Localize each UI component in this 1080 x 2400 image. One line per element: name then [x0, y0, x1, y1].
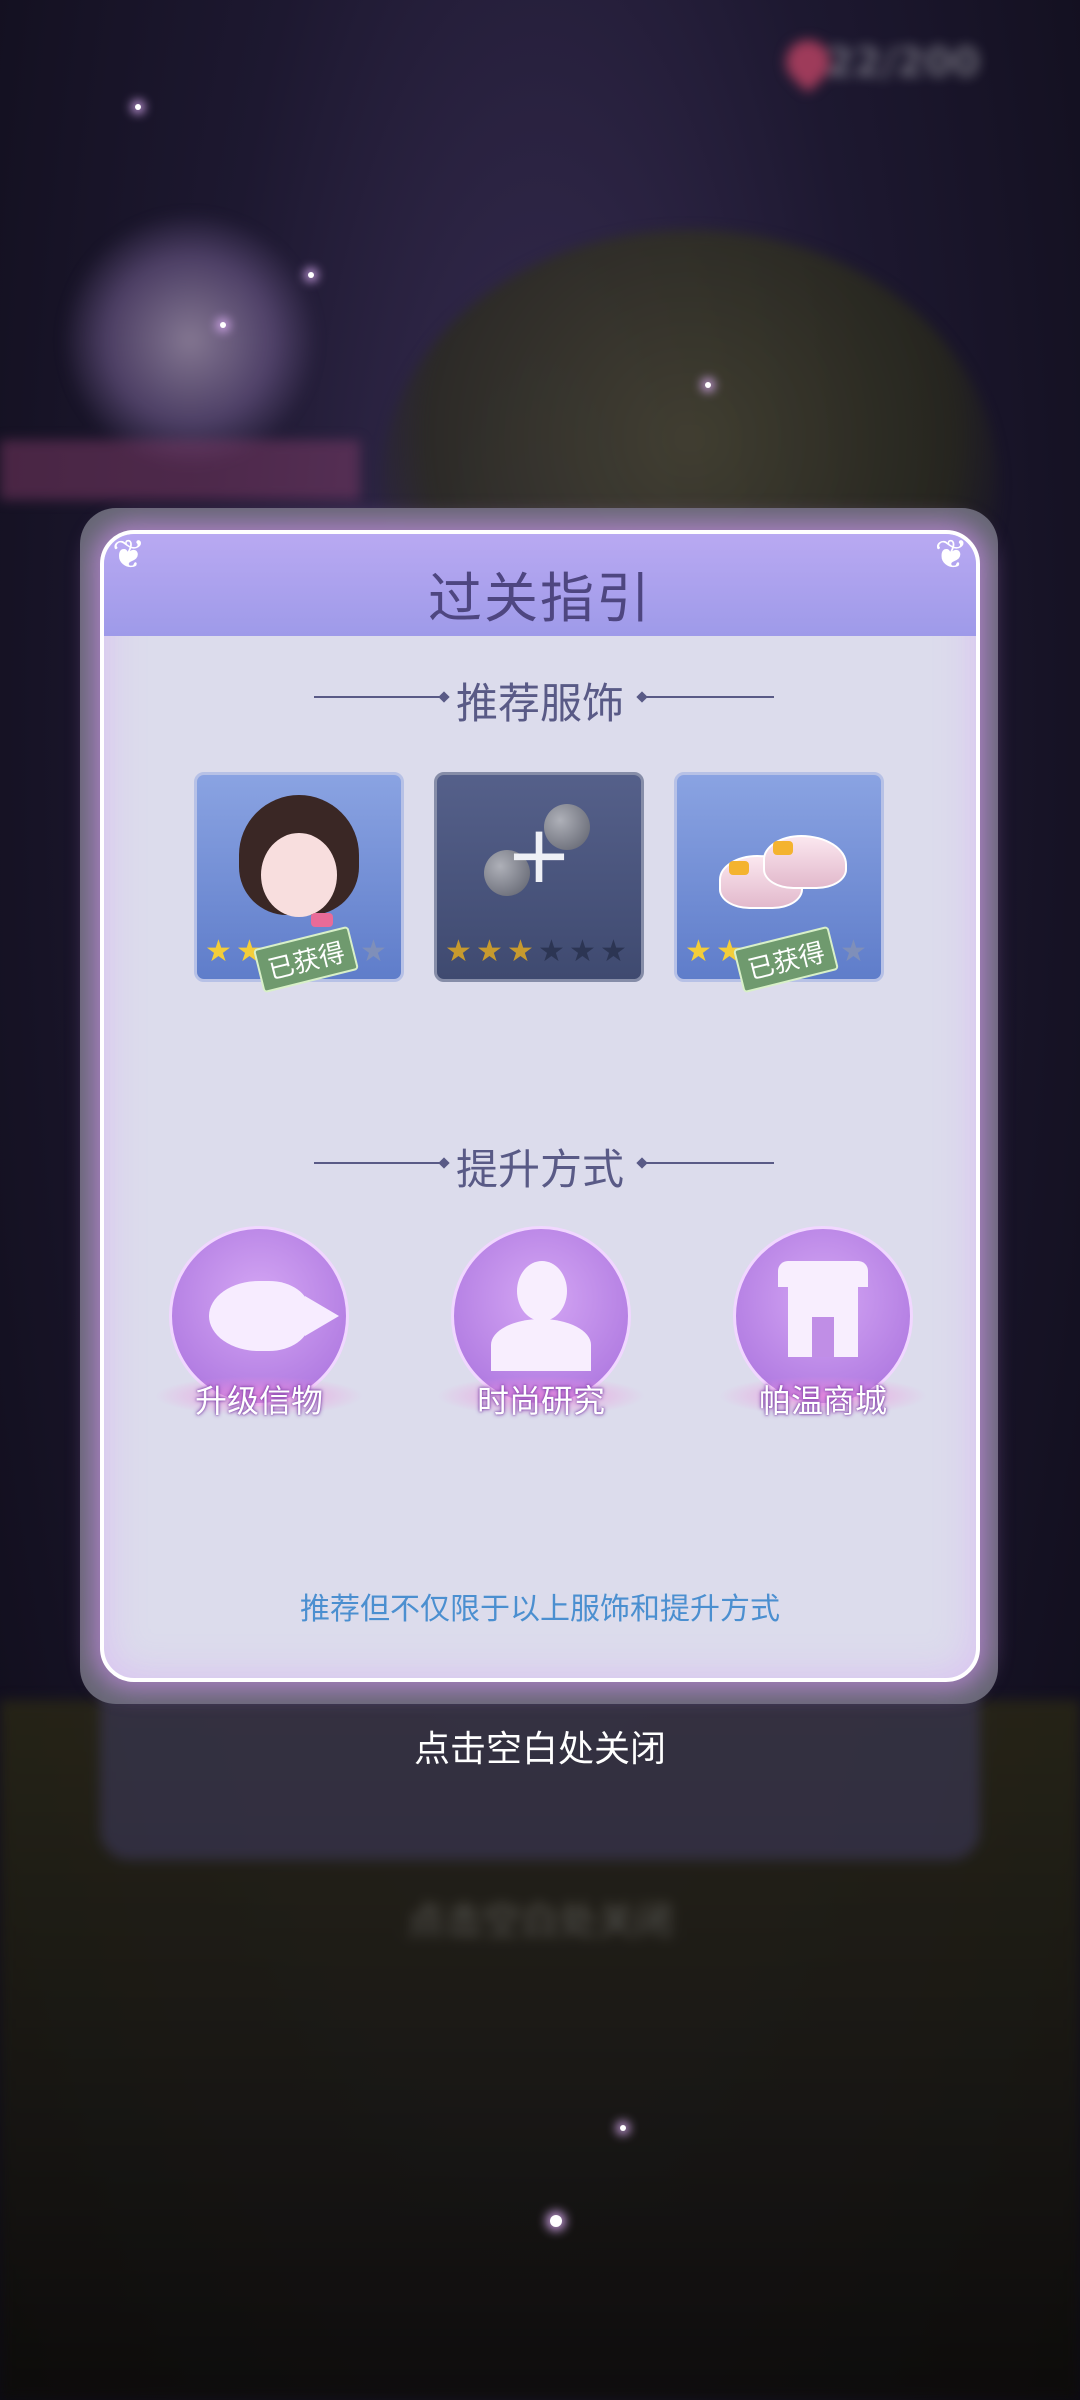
outfit-card-hair[interactable]: ★★★★★★ 已获得 [194, 772, 404, 994]
method-label: 帕温商城 [758, 1382, 887, 1420]
divider-line [644, 1162, 774, 1164]
background-character [60, 210, 320, 470]
dialog-header: 过关指引 [104, 534, 976, 636]
dialog-title: 过关指引 [428, 567, 652, 630]
sparkle-icon [135, 104, 141, 110]
method-label: 升级信物 [194, 1382, 323, 1420]
shoes-icon [677, 775, 881, 935]
add-slot-icon: + [437, 775, 641, 935]
sparkle-icon [620, 2125, 626, 2131]
method-upgrade-token[interactable]: 升级信物 [154, 1226, 364, 1426]
background-close-hint: 点击空白处关闭 [406, 1899, 673, 1943]
section-title-methods: 提升方式 [455, 1145, 624, 1194]
divider-line [644, 696, 774, 698]
sparkle-icon [220, 322, 226, 328]
method-label: 时尚研究 [476, 1382, 605, 1420]
method-fashion-research[interactable]: 时尚研究 [436, 1226, 646, 1426]
corner-ornament-icon: ❦ [112, 532, 146, 578]
footer-note: 推荐但不仅限于以上服饰和提升方式 [300, 1592, 780, 1627]
section-title-outfits: 推荐服饰 [455, 679, 624, 728]
hair-icon [197, 775, 401, 935]
level-guide-dialog: 过关指引 ❦ ❦ 推荐服饰 ★★★★★★ 已获得 + ★★★★★★ [100, 530, 980, 1682]
outfit-card-empty[interactable]: + ★ ★ ★ ★ ★ ★ [434, 772, 644, 982]
sparkle-icon [705, 382, 711, 388]
sparkle-icon [308, 272, 314, 278]
tap-to-close-hint[interactable]: 点击空白处关闭 [0, 1720, 1080, 1772]
outfit-card-shoes[interactable]: ★★★★★★ 已获得 [674, 772, 884, 994]
energy-counter: 22/200 [826, 40, 980, 86]
background-ribbon [0, 440, 360, 500]
method-shop[interactable]: 帕温商城 [718, 1226, 928, 1426]
sparkle-icon [550, 2215, 562, 2227]
star-rating: ★★★★★★ [445, 934, 627, 969]
corner-ornament-icon: ❦ [934, 532, 968, 578]
